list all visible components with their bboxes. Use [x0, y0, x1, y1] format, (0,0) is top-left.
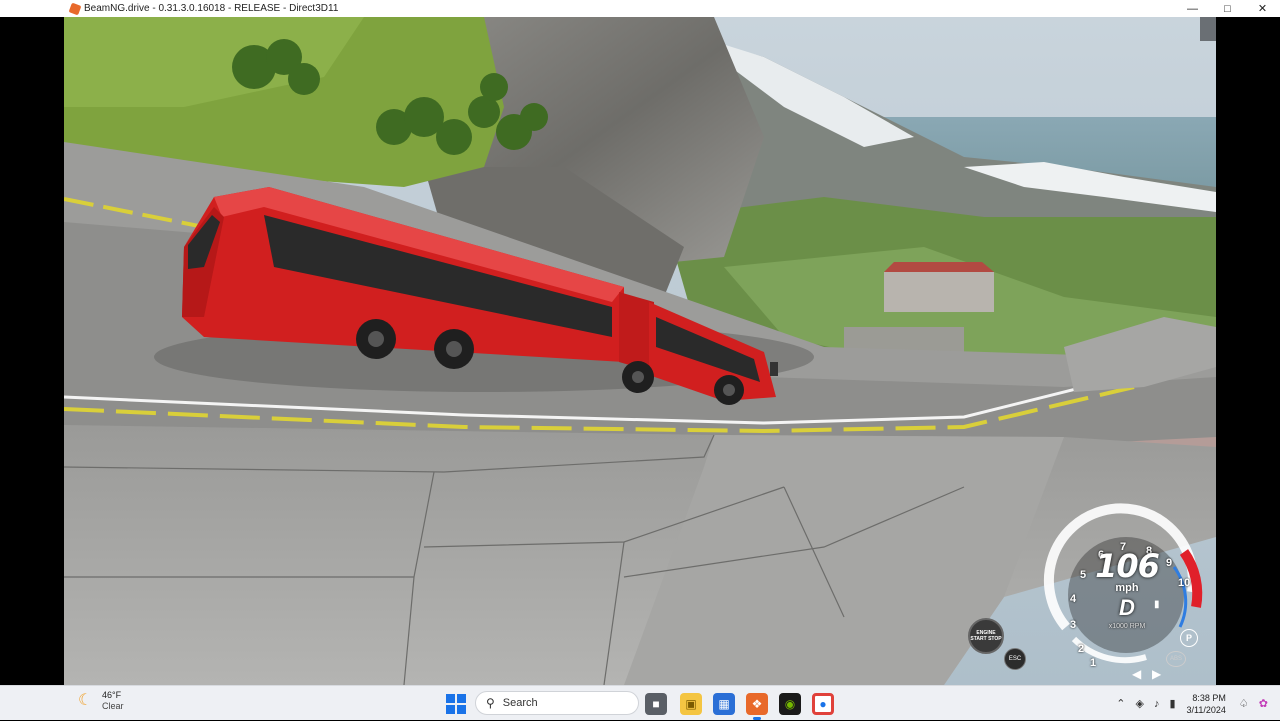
- clock-date: 3/11/2024: [1186, 704, 1226, 715]
- speedometer-gauge: 7 8 9 10 6 5 4 3 2 1 106 mph D x1000 RPM…: [1034, 497, 1214, 681]
- windows-logo-tile: [457, 694, 466, 703]
- close-icon[interactable]: ✕: [1245, 0, 1280, 17]
- turn-signal-right-icon: ▶: [1152, 667, 1162, 681]
- search-placeholder: Search: [502, 697, 538, 709]
- abs-indicator: ABS: [1166, 651, 1186, 667]
- microsoft-store-icon[interactable]: ▦: [713, 693, 735, 715]
- speed-readout: 106: [1095, 547, 1160, 585]
- task-view-icon[interactable]: ■: [645, 693, 667, 715]
- turn-signal-left-icon: ◀: [1132, 667, 1142, 681]
- engine-start-stop-button[interactable]: ENGINE START STOP: [968, 618, 1004, 654]
- start-button[interactable]: [446, 694, 466, 714]
- tach-num-2: 2: [1078, 643, 1085, 655]
- clock-time: 8:38 PM: [1192, 692, 1226, 703]
- letterbox-left: [0, 17, 64, 685]
- maximize-icon[interactable]: □: [1210, 0, 1245, 17]
- wifi-icon[interactable]: ◈: [1136, 697, 1144, 710]
- beamng-icon[interactable]: ❖: [746, 693, 768, 720]
- weather-temp: 46°F: [102, 690, 122, 700]
- speed-unit: mph: [1115, 582, 1139, 594]
- letterbox-right: [1216, 17, 1280, 685]
- engine-button-label: ENGINE START STOP: [970, 630, 1002, 642]
- moon-icon: ☾: [78, 692, 93, 709]
- search-icon: ⚲: [486, 696, 495, 710]
- esc-button[interactable]: ESC: [1004, 648, 1026, 670]
- weather-widget[interactable]: ☾ 46°F Clear: [78, 690, 124, 712]
- tach-num-9: 9: [1166, 557, 1173, 569]
- weather-condition: Clear: [102, 701, 124, 711]
- clock[interactable]: 8:38 PM 3/11/2024: [1187, 692, 1226, 716]
- notification-bell-icon[interactable]: ♤: [1239, 697, 1249, 710]
- taskbar-search[interactable]: ⚲ Search: [475, 691, 639, 715]
- window-title: BeamNG.drive - 0.31.3.0.16018 - RELEASE …: [84, 3, 339, 14]
- fuel-icon: ▮: [1154, 599, 1160, 610]
- nvidia-icon[interactable]: ◉: [779, 693, 801, 715]
- chrome-icon[interactable]: ●: [812, 693, 834, 715]
- tach-num-3: 3: [1070, 619, 1077, 631]
- battery-icon[interactable]: ▮: [1169, 697, 1175, 710]
- windows-logo-tile: [457, 705, 466, 714]
- tach-num-10: 10: [1178, 577, 1191, 589]
- beamng-app-icon: [68, 2, 82, 15]
- tach-num-4: 4: [1070, 593, 1077, 605]
- windows-logo-tile: [446, 705, 455, 714]
- window-titlebar: BeamNG.drive - 0.31.3.0.16018 - RELEASE …: [0, 0, 1280, 17]
- window-controls: — □ ✕: [1175, 0, 1280, 17]
- volume-icon[interactable]: ♪: [1154, 698, 1160, 710]
- rpm-label: x1000 RPM: [1108, 623, 1146, 630]
- tach-num-1: 1: [1090, 657, 1097, 669]
- windows-taskbar: ☾ 46°F Clear ⚲ Search ■ ▣ ▦ ❖ ◉ ● ⌃ ◈ ♪ …: [0, 685, 1280, 720]
- system-tray: ⌃ ◈ ♪ ▮ 8:38 PM 3/11/2024 ♤ ✿: [1111, 686, 1280, 721]
- park-indicator: P: [1180, 629, 1198, 647]
- windows-logo-tile: [446, 694, 455, 703]
- esc-label: ESC: [1008, 656, 1022, 662]
- file-explorer-icon[interactable]: ▣: [680, 693, 702, 715]
- minimize-icon[interactable]: —: [1175, 0, 1210, 17]
- chevron-up-icon[interactable]: ⌃: [1116, 697, 1125, 710]
- copilot-icon[interactable]: ✿: [1259, 697, 1268, 710]
- game-viewport[interactable]: 7 8 9 10 6 5 4 3 2 1 106 mph D x1000 RPM…: [64, 17, 1216, 685]
- tach-num-5: 5: [1080, 569, 1087, 581]
- gear-indicator: D: [1119, 595, 1135, 620]
